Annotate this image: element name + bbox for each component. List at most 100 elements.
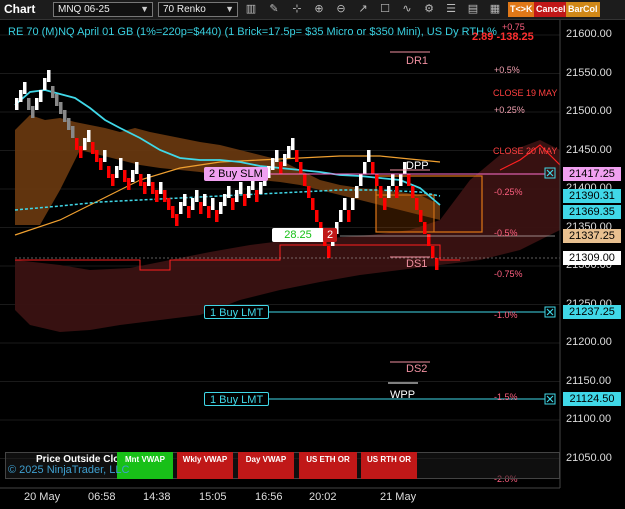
us-rth-or-button[interactable]: US RTH OR — [361, 452, 417, 479]
renko-brick — [179, 202, 183, 214]
renko-brick — [351, 198, 355, 210]
buy-lmt-order-2[interactable]: 1 Buy LMT — [204, 392, 270, 406]
data-box-icon[interactable]: ☐ — [377, 2, 393, 17]
renko-brick — [63, 110, 67, 122]
renko-brick — [407, 174, 411, 186]
time-tick-label: 20:02 — [309, 491, 337, 503]
renko-brick — [155, 190, 159, 202]
renko-brick — [275, 150, 279, 162]
wkly-vwap-button[interactable]: Wkly VWAP — [177, 452, 233, 479]
time-tick-label: 21 May — [380, 491, 417, 503]
renko-brick — [23, 82, 27, 94]
renko-brick — [431, 246, 435, 258]
renko-brick — [391, 174, 395, 186]
time-tick-label: 06:58 — [88, 491, 116, 503]
ds1-label: DS1 — [406, 258, 428, 270]
price-tick-label: 21050.00 — [566, 451, 612, 464]
window-title: Chart — [4, 2, 36, 16]
renko-brick — [235, 190, 239, 202]
pct-label: -1.0% — [494, 310, 518, 320]
price-tick-label: 21200.00 — [566, 336, 612, 348]
zoom-in-icon[interactable]: ⊕ — [311, 2, 327, 17]
price-tick-label: 21550.00 — [566, 66, 612, 79]
renko-brick — [159, 182, 163, 194]
renko-brick — [223, 194, 227, 206]
pct-label: -0.75% — [494, 269, 523, 279]
buy-slm-order[interactable]: 2 Buy SLM — [204, 167, 268, 181]
renko-brick — [247, 186, 251, 198]
buy-lmt-order-1[interactable]: 1 Buy LMT — [204, 305, 270, 319]
chevron-down-icon: ▼ — [140, 4, 149, 14]
draw-tool-icon[interactable]: ↗ — [355, 2, 371, 17]
close-order-icon[interactable] — [544, 393, 556, 405]
instrument-selector[interactable]: MNQ 06-25 ▼ — [53, 2, 153, 17]
renko-brick — [95, 150, 99, 162]
indicators-icon[interactable]: ∿ — [399, 2, 415, 17]
renko-brick — [123, 170, 127, 182]
price-tick-label: 21150.00 — [566, 374, 612, 387]
price-tick-label: 21500.00 — [566, 105, 612, 117]
renko-brick — [207, 206, 211, 218]
price-tick-label: 21100.00 — [566, 413, 612, 425]
cancel-button[interactable]: Cancel — [534, 2, 568, 17]
renko-brick — [243, 194, 247, 206]
day-vwap-button[interactable]: Day VWAP — [238, 452, 294, 479]
crosshair-icon[interactable]: ⊹ — [289, 2, 305, 17]
pct-label: +0.5% — [494, 65, 520, 75]
renko-brick — [215, 210, 219, 222]
renko-brick — [151, 182, 155, 194]
renko-brick — [291, 138, 295, 150]
price-tick-label: 21450.00 — [566, 143, 612, 156]
close-order-icon[interactable] — [544, 306, 556, 318]
renko-brick — [131, 170, 135, 182]
strategy-icon[interactable]: ⚙ — [421, 2, 437, 17]
renko-brick — [259, 182, 263, 194]
bar-color-button[interactable]: BarCol — [566, 2, 600, 17]
renko-brick — [307, 186, 311, 198]
zoom-out-icon[interactable]: ⊖ — [333, 2, 349, 17]
renko-brick — [83, 138, 87, 150]
position-pnl[interactable]: 28.25 — [272, 228, 324, 242]
renko-brick — [435, 258, 439, 270]
renko-brick — [327, 246, 331, 258]
chart-toolbar: Chart MNQ 06-25 ▼ 70 Renko ▼ ▥ ✎ ⊹ ⊕ ⊖ ↗… — [0, 0, 625, 20]
renko-brick — [67, 118, 71, 130]
position-qty[interactable]: 2 — [323, 228, 337, 242]
time-tick-label: 14:38 — [143, 491, 171, 503]
renko-brick — [111, 174, 115, 186]
renko-brick — [139, 174, 143, 186]
renko-brick — [59, 102, 63, 114]
renko-brick — [347, 210, 351, 222]
instrument-value: MNQ 06-25 — [58, 4, 110, 15]
renko-brick — [399, 174, 403, 186]
bar-type-value: 70 Renko — [163, 4, 206, 15]
bar-type-selector[interactable]: 70 Renko ▼ — [158, 2, 238, 17]
renko-brick — [419, 210, 423, 222]
tick-to-key-button[interactable]: T<>K — [508, 2, 535, 17]
properties-icon[interactable]: ☰ — [443, 2, 459, 17]
copyright: © 2025 NinjaTrader, LLC — [8, 464, 130, 476]
renko-brick — [187, 206, 191, 218]
ds2-label: DS2 — [406, 363, 428, 375]
renko-brick — [271, 158, 275, 170]
renko-brick — [75, 138, 79, 150]
renko-brick — [163, 190, 167, 202]
price-tick-label: 21600.00 — [566, 28, 612, 40]
renko-brick — [339, 210, 343, 222]
renko-brick — [43, 78, 47, 90]
renko-brick — [355, 186, 359, 198]
price-tag-lmt1: 21237.25 — [563, 305, 621, 319]
renko-brick — [359, 174, 363, 186]
renko-brick — [143, 182, 147, 194]
layout-icon[interactable]: ▦ — [487, 2, 503, 17]
renko-brick — [171, 206, 175, 218]
bar-chart-icon[interactable]: ▥ — [243, 2, 259, 17]
list-icon[interactable]: ▤ — [465, 2, 481, 17]
price-tag-vwap2: 21369.35 — [563, 205, 621, 219]
us-eth-or-button[interactable]: US ETH OR — [299, 452, 357, 479]
edit-icon[interactable]: ✎ — [266, 2, 282, 17]
renko-brick — [19, 90, 23, 102]
time-tick-label: 15:05 — [199, 491, 227, 503]
renko-brick — [203, 194, 207, 206]
pct-label: -0.25% — [494, 187, 523, 197]
